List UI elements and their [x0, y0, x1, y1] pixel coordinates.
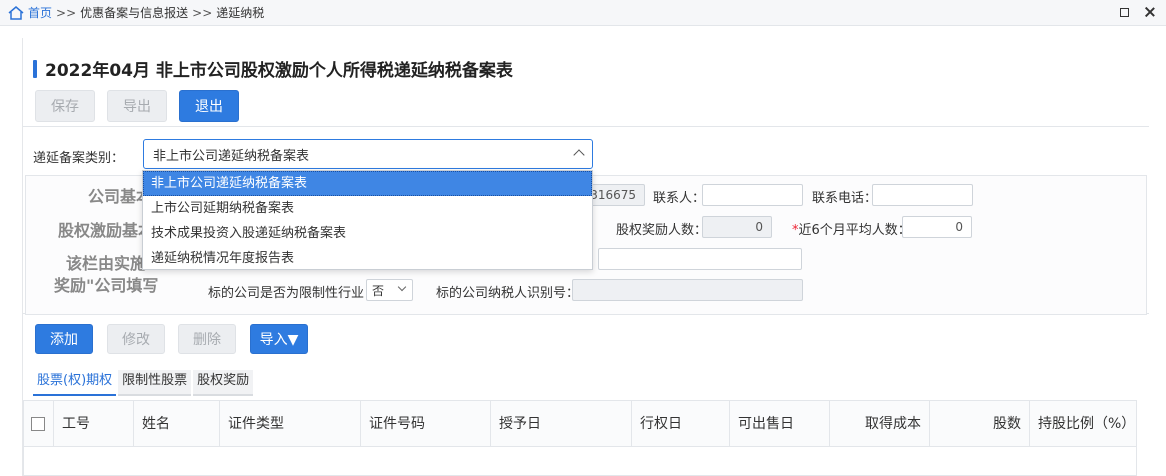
header-id-number[interactable]: 证件号码: [361, 401, 491, 447]
breadcrumb-separator: >>: [56, 5, 77, 20]
avg-count-label-text: 近6个月平均人数：: [798, 223, 911, 238]
import-button[interactable]: 导入▼: [250, 324, 308, 354]
header-id-type[interactable]: 证件类型: [220, 401, 361, 447]
chevron-up-icon: [573, 149, 585, 161]
header-employee-id[interactable]: 工号: [54, 401, 134, 447]
tab-stock-options[interactable]: 股票(权)期权: [33, 370, 117, 396]
tab-equity-reward[interactable]: 股权奖励: [193, 370, 254, 396]
header-name[interactable]: 姓名: [134, 401, 220, 447]
title-accent-bar: [33, 59, 37, 78]
dropdown-option-tech-investment[interactable]: 技术成果投资入股递延纳税备案表: [143, 221, 592, 246]
taxid-field[interactable]: [572, 279, 803, 301]
close-icon[interactable]: [1144, 6, 1156, 18]
header-exercise-date[interactable]: 行权日: [632, 401, 730, 447]
tab-restricted-stock[interactable]: 限制性股票: [118, 370, 192, 396]
home-icon[interactable]: [8, 5, 24, 20]
dropdown-option-listed[interactable]: 上市公司延期纳税备案表: [143, 196, 592, 221]
header-grant-date[interactable]: 授予日: [491, 401, 632, 447]
save-button[interactable]: 保存: [35, 90, 95, 122]
title-row: 2022年04月 非上市公司股权激励个人所得税递延纳税备案表: [33, 56, 513, 81]
category-select[interactable]: 非上市公司递延纳税备案表: [143, 139, 593, 169]
breadcrumb-level2: 递延纳税: [216, 6, 265, 20]
reward-count-field[interactable]: 0: [702, 216, 772, 238]
restore-icon[interactable]: [1118, 6, 1130, 18]
chevron-down-icon: [397, 282, 407, 292]
header-share-ratio[interactable]: 持股比例（%）: [1030, 401, 1138, 447]
detail-tabs: 股票(权)期权 限制性股票 股权奖励: [33, 370, 255, 396]
contact-field[interactable]: [702, 184, 803, 206]
table-header: 工号 姓名 证件类型 证件号码 授予日 行权日 可出售日 取得成本 股数 持股比…: [24, 401, 1136, 447]
avg-count-field[interactable]: 0: [902, 216, 972, 238]
exit-button[interactable]: 退出: [179, 90, 239, 122]
contact-label: 联系人：: [653, 191, 706, 206]
reward-count-label: 股权奖励人数：: [616, 223, 708, 238]
header-sellable-date[interactable]: 可出售日: [730, 401, 830, 447]
category-label: 递延备案类别：: [33, 151, 125, 166]
page-title: 2022年04月 非上市公司股权激励个人所得税递延纳税备案表: [45, 61, 513, 81]
restricted-select-value: 否: [372, 283, 385, 298]
restricted-label: 标的公司是否为限制性行业: [208, 286, 365, 301]
dropdown-option-annual-report[interactable]: 递延纳税情况年度报告表: [143, 246, 592, 271]
header-cost[interactable]: 取得成本: [830, 401, 930, 447]
note-field[interactable]: [598, 248, 802, 270]
delete-button[interactable]: 删除: [178, 324, 236, 354]
section-incentive-basic: 股权激励基本: [58, 221, 155, 240]
phone-field[interactable]: [872, 184, 973, 206]
header-select-cell: [24, 401, 54, 447]
breadcrumb-separator: >>: [192, 5, 213, 20]
dropdown-option-nonlisted[interactable]: 非上市公司递延纳税备案表: [143, 171, 592, 196]
breadcrumb-bar: 首页 >> 优惠备案与信息报送 >> 递延纳税: [0, 0, 1166, 26]
avg-count-label: *近6个月平均人数：: [792, 219, 911, 238]
add-button[interactable]: 添加: [35, 324, 93, 354]
breadcrumb-level1[interactable]: 优惠备案与信息报送: [80, 4, 188, 21]
section-note-line1: 该栏由实施: [66, 254, 147, 273]
header-shares[interactable]: 股数: [930, 401, 1030, 447]
category-dropdown-list: 非上市公司递延纳税备案表 上市公司延期纳税备案表 技术成果投资入股递延纳税备案表…: [142, 170, 593, 270]
category-select-value: 非上市公司递延纳税备案表: [153, 148, 310, 164]
export-button[interactable]: 导出: [107, 90, 167, 122]
breadcrumb-home[interactable]: 首页: [28, 4, 52, 21]
company-number-field[interactable]: 316675: [590, 184, 645, 206]
section-note-line2: 奖励"公司填写: [54, 276, 159, 295]
select-all-checkbox[interactable]: [31, 417, 45, 431]
taxid-label: 标的公司纳税人识别号：: [436, 286, 580, 301]
edit-button[interactable]: 修改: [107, 324, 165, 354]
restricted-select[interactable]: 否: [366, 279, 413, 301]
phone-label: 联系电话：: [812, 191, 878, 206]
data-table: 工号 姓名 证件类型 证件号码 授予日 行权日 可出售日 取得成本 股数 持股比…: [23, 400, 1137, 476]
